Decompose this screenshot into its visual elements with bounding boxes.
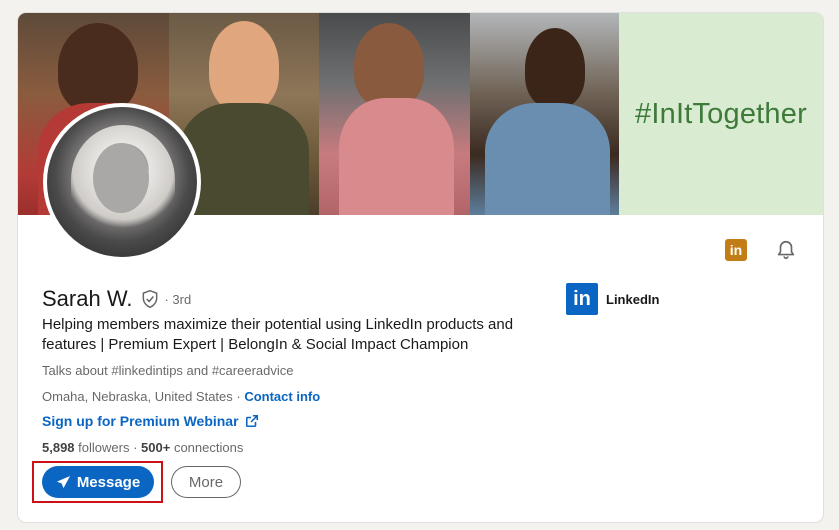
talks-about: Talks about #linkedintips and #careeradv…: [42, 363, 294, 378]
linkedin-logo-icon: in: [566, 283, 598, 315]
profile-photo[interactable]: [43, 103, 201, 261]
profile-card: #InItTogether in Sarah W. · 3rd Helping …: [18, 13, 823, 522]
followers-count[interactable]: 5,898: [42, 440, 75, 455]
profile-top-actions: in: [725, 239, 797, 261]
profile-headline: Helping members maximize their potential…: [42, 316, 514, 353]
name-row: Sarah W. · 3rd: [42, 286, 191, 312]
banner-photo-4: [470, 13, 619, 215]
location-text: Omaha, Nebraska, United States: [42, 389, 233, 404]
banner-hashtag: #InItTogether: [635, 97, 807, 130]
location-separator: ·: [232, 389, 245, 404]
current-company[interactable]: in LinkedIn: [566, 283, 659, 315]
bell-icon[interactable]: [775, 239, 797, 261]
verified-shield-icon[interactable]: [140, 289, 160, 309]
connections-count: 500+: [141, 440, 171, 455]
avatar: [47, 107, 197, 257]
stats-separator: ·: [129, 440, 142, 455]
followers-label: followers: [74, 440, 130, 455]
webinar-link-label: Sign up for Premium Webinar: [42, 413, 239, 429]
banner-photo-3: [319, 13, 470, 215]
connections-label: connections: [170, 440, 244, 455]
company-name: LinkedIn: [606, 291, 660, 307]
webinar-link[interactable]: Sign up for Premium Webinar: [42, 413, 259, 429]
connection-degree: · 3rd: [164, 291, 192, 307]
location-row: Omaha, Nebraska, United States · Contact…: [42, 389, 320, 404]
more-button[interactable]: More: [171, 466, 241, 498]
external-link-icon: [245, 414, 258, 428]
banner-hashtag-panel: #InItTogether: [619, 13, 823, 215]
contact-info-link[interactable]: Contact info: [244, 389, 320, 404]
profile-actions: Message More: [32, 461, 241, 503]
message-button-label: Message: [76, 473, 141, 491]
profile-name: Sarah W.: [42, 286, 133, 311]
linkedin-premium-icon[interactable]: in: [725, 239, 747, 261]
message-button[interactable]: Message: [42, 466, 154, 498]
network-stats: 5,898 followers · 500+ connections: [42, 440, 243, 455]
message-button-highlight: Message: [32, 461, 163, 503]
send-icon: [56, 475, 70, 488]
